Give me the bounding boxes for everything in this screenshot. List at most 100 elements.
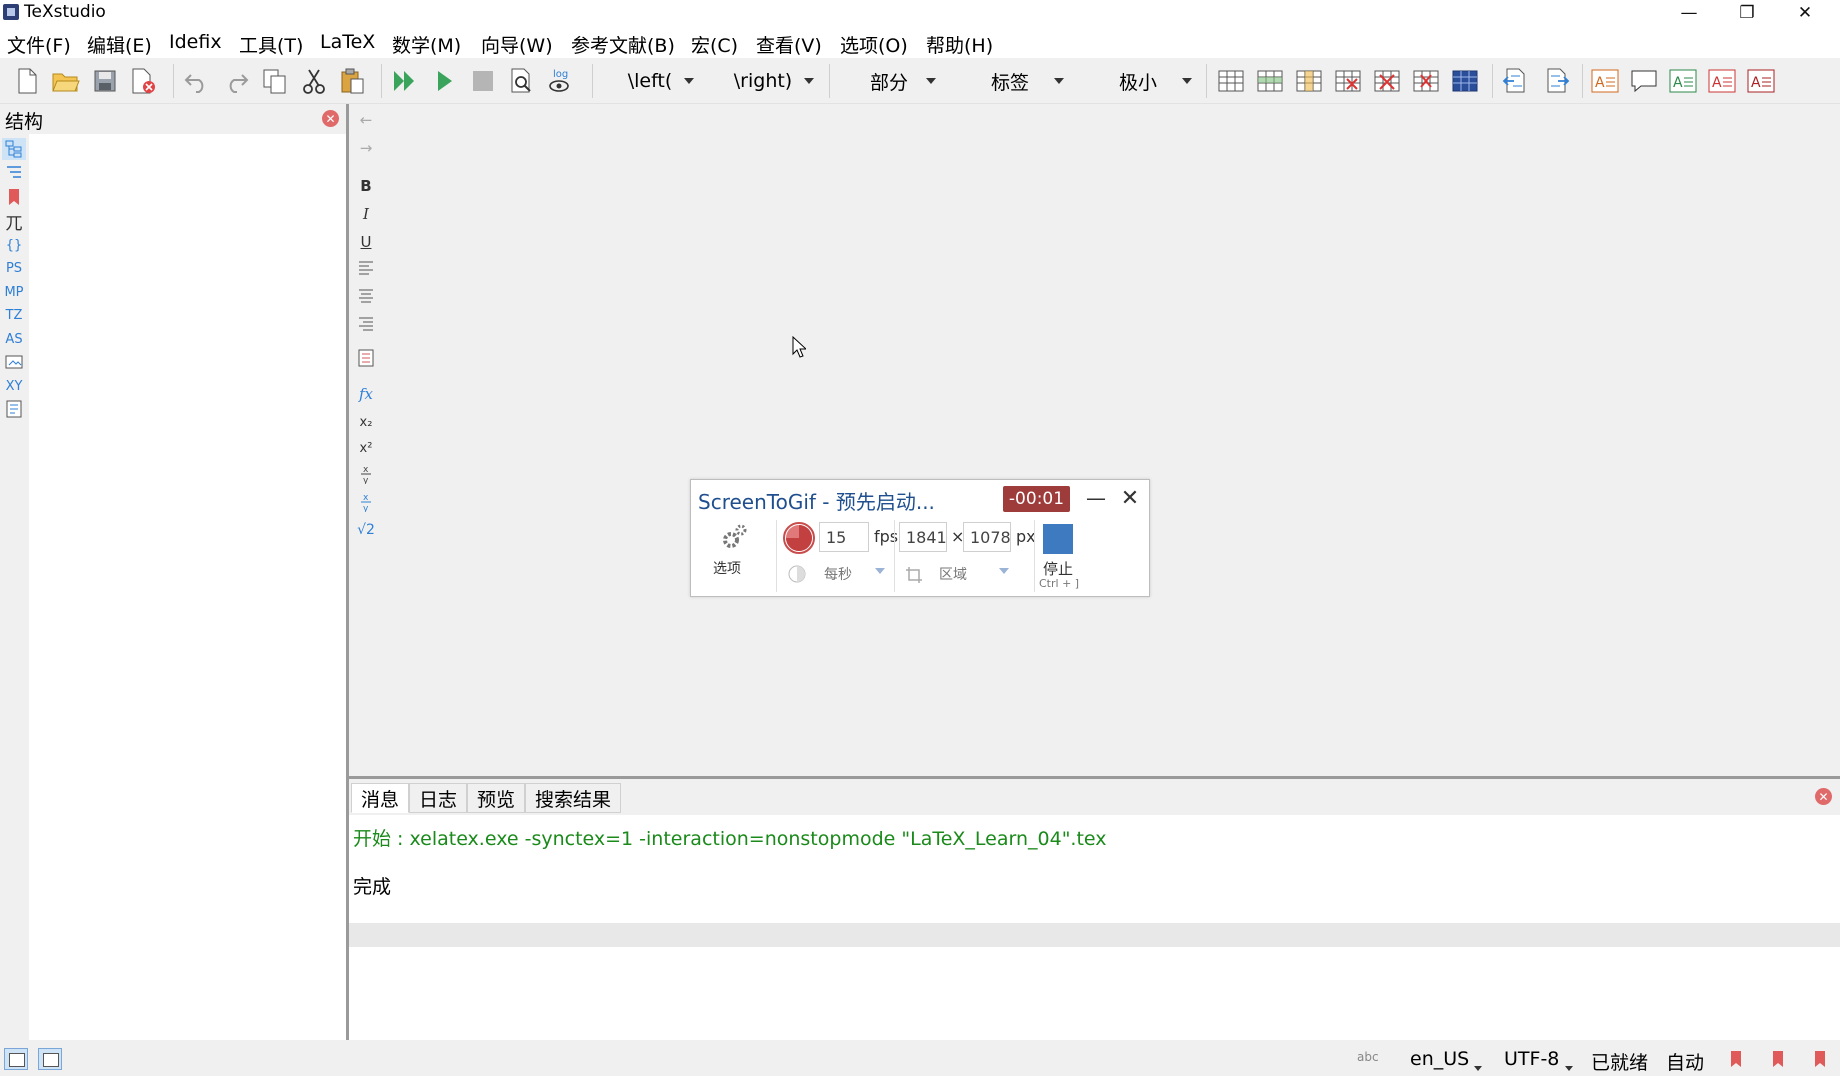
undo-icon[interactable] [182,66,212,96]
chevron-down-icon[interactable] [999,568,1009,574]
superscript-button[interactable]: x² [353,436,379,460]
menu-view[interactable]: 查看(V) [756,31,822,58]
insert-right-icon[interactable] [1542,66,1572,96]
menu-idefix[interactable]: Idefix [169,31,222,53]
insert-left-icon[interactable] [1500,66,1530,96]
new-file-icon[interactable] [12,66,42,96]
redo-icon[interactable] [221,66,251,96]
bookmark-icon[interactable] [1813,1050,1827,1072]
minimize-icon[interactable]: — [1081,484,1111,512]
paste-icon[interactable] [338,66,368,96]
copy-icon[interactable] [260,66,290,96]
chevron-down-icon[interactable] [875,568,885,574]
forward-arrow-icon[interactable]: → [353,136,379,160]
tab-search-results[interactable]: 搜索结果 [525,783,621,813]
minimize-button[interactable]: — [1660,0,1718,26]
close-icon[interactable]: ✕ [1815,788,1832,805]
left-delimiter-combo[interactable]: \left( [598,66,702,96]
pstricks-icon[interactable]: PS [2,257,26,279]
text-green-icon[interactable]: A [1668,66,1698,96]
toggle-structure-icon[interactable] [4,1048,28,1070]
bookmark-icon[interactable] [1771,1050,1785,1072]
delete-row-icon[interactable] [1333,66,1363,96]
menu-bibliography[interactable]: 参考文献(B) [571,31,675,58]
gear-icon[interactable] [719,522,749,556]
structure-tree-icon[interactable] [2,138,26,160]
height-input[interactable]: 1078 [963,522,1011,552]
close-document-icon[interactable] [128,66,158,96]
right-delimiter-combo[interactable]: \right) [704,66,822,96]
tikz-icon[interactable]: TZ [2,304,26,326]
bold-button[interactable]: B [353,174,379,198]
align-columns-icon[interactable] [1450,66,1480,96]
math-fx-button[interactable]: fx [353,382,379,406]
tab-messages[interactable]: 消息 [351,783,409,813]
pictures-icon[interactable] [2,352,26,374]
menu-macros[interactable]: 宏(C) [691,31,738,58]
comment-icon[interactable] [1629,66,1659,96]
insert-document-icon[interactable] [353,346,379,370]
symbols-icon[interactable]: 兀 [2,210,26,234]
add-column-icon[interactable] [1294,66,1324,96]
fps-input[interactable]: 15 [819,522,869,552]
view-pdf-icon[interactable] [507,66,537,96]
bookmark-icon[interactable] [2,186,26,208]
chevron-down-icon[interactable] [1474,1066,1482,1071]
italic-button[interactable]: I [353,202,379,226]
table-icon[interactable] [1216,66,1246,96]
subscript-button[interactable]: x₂ [353,410,379,434]
toc-icon[interactable] [2,162,26,184]
width-input[interactable]: 1841 [899,522,947,552]
menu-math[interactable]: 数学(M) [392,31,461,58]
cut-icon[interactable] [299,66,329,96]
close-icon[interactable]: ✕ [322,110,339,127]
section-combo[interactable]: 部分 [834,66,944,96]
stop-icon[interactable] [1043,524,1073,554]
back-arrow-icon[interactable]: ← [353,108,379,132]
dfrac-icon[interactable]: xy [353,490,379,514]
view-log-icon[interactable]: log [546,66,576,96]
text-box-icon[interactable]: A [1590,66,1620,96]
metapost-icon[interactable]: MP [2,281,26,303]
menu-wizards[interactable]: 向导(W) [481,31,553,58]
tab-log[interactable]: 日志 [409,783,467,813]
language-selector[interactable]: en_US [1410,1048,1469,1070]
toggle-messages-icon[interactable] [38,1048,62,1070]
open-folder-icon[interactable] [51,66,81,96]
fraction-icon[interactable]: xy [353,462,379,486]
delete-column-icon[interactable] [1372,66,1402,96]
chevron-down-icon[interactable] [1565,1066,1573,1071]
menu-edit[interactable]: 编辑(E) [87,31,152,58]
asymptote-icon[interactable]: AS [2,328,26,350]
cut-column-icon[interactable] [1411,66,1441,96]
menu-tools[interactable]: 工具(T) [239,31,303,58]
sqrt-button[interactable]: √2 [353,518,379,542]
font-size-combo[interactable]: 极小 [1076,66,1200,96]
per-second-select[interactable]: 每秒 [824,564,852,584]
mode-text[interactable]: 自动 [1666,1048,1704,1075]
compile-icon[interactable] [429,66,459,96]
text-dark-red-icon[interactable]: A [1746,66,1776,96]
tab-preview[interactable]: 预览 [467,783,525,813]
restore-button[interactable]: ❐ [1718,0,1776,26]
label-combo[interactable]: 标签 [948,66,1072,96]
align-left-icon[interactable] [353,256,379,280]
underline-button[interactable]: U [353,230,379,254]
text-red-icon[interactable]: A [1707,66,1737,96]
menu-file[interactable]: 文件(F) [7,31,71,58]
build-and-view-icon[interactable] [390,66,420,96]
bookmark-icon[interactable] [1729,1050,1743,1072]
options-label[interactable]: 选项 [713,558,741,578]
spellcheck-icon[interactable]: abc [1357,1050,1379,1064]
editor-area[interactable] [383,104,1840,778]
menu-help[interactable]: 帮助(H) [926,31,993,58]
region-select[interactable]: 区域 [939,564,967,584]
add-row-icon[interactable] [1255,66,1285,96]
align-right-icon[interactable] [353,312,379,336]
save-icon[interactable] [90,66,120,96]
close-window-button[interactable]: ✕ [1776,0,1834,26]
brackets-icon[interactable]: {} [2,234,26,256]
stop-compile-icon[interactable] [468,66,498,96]
encoding-selector[interactable]: UTF-8 [1504,1048,1559,1070]
templates-icon[interactable] [2,398,26,420]
